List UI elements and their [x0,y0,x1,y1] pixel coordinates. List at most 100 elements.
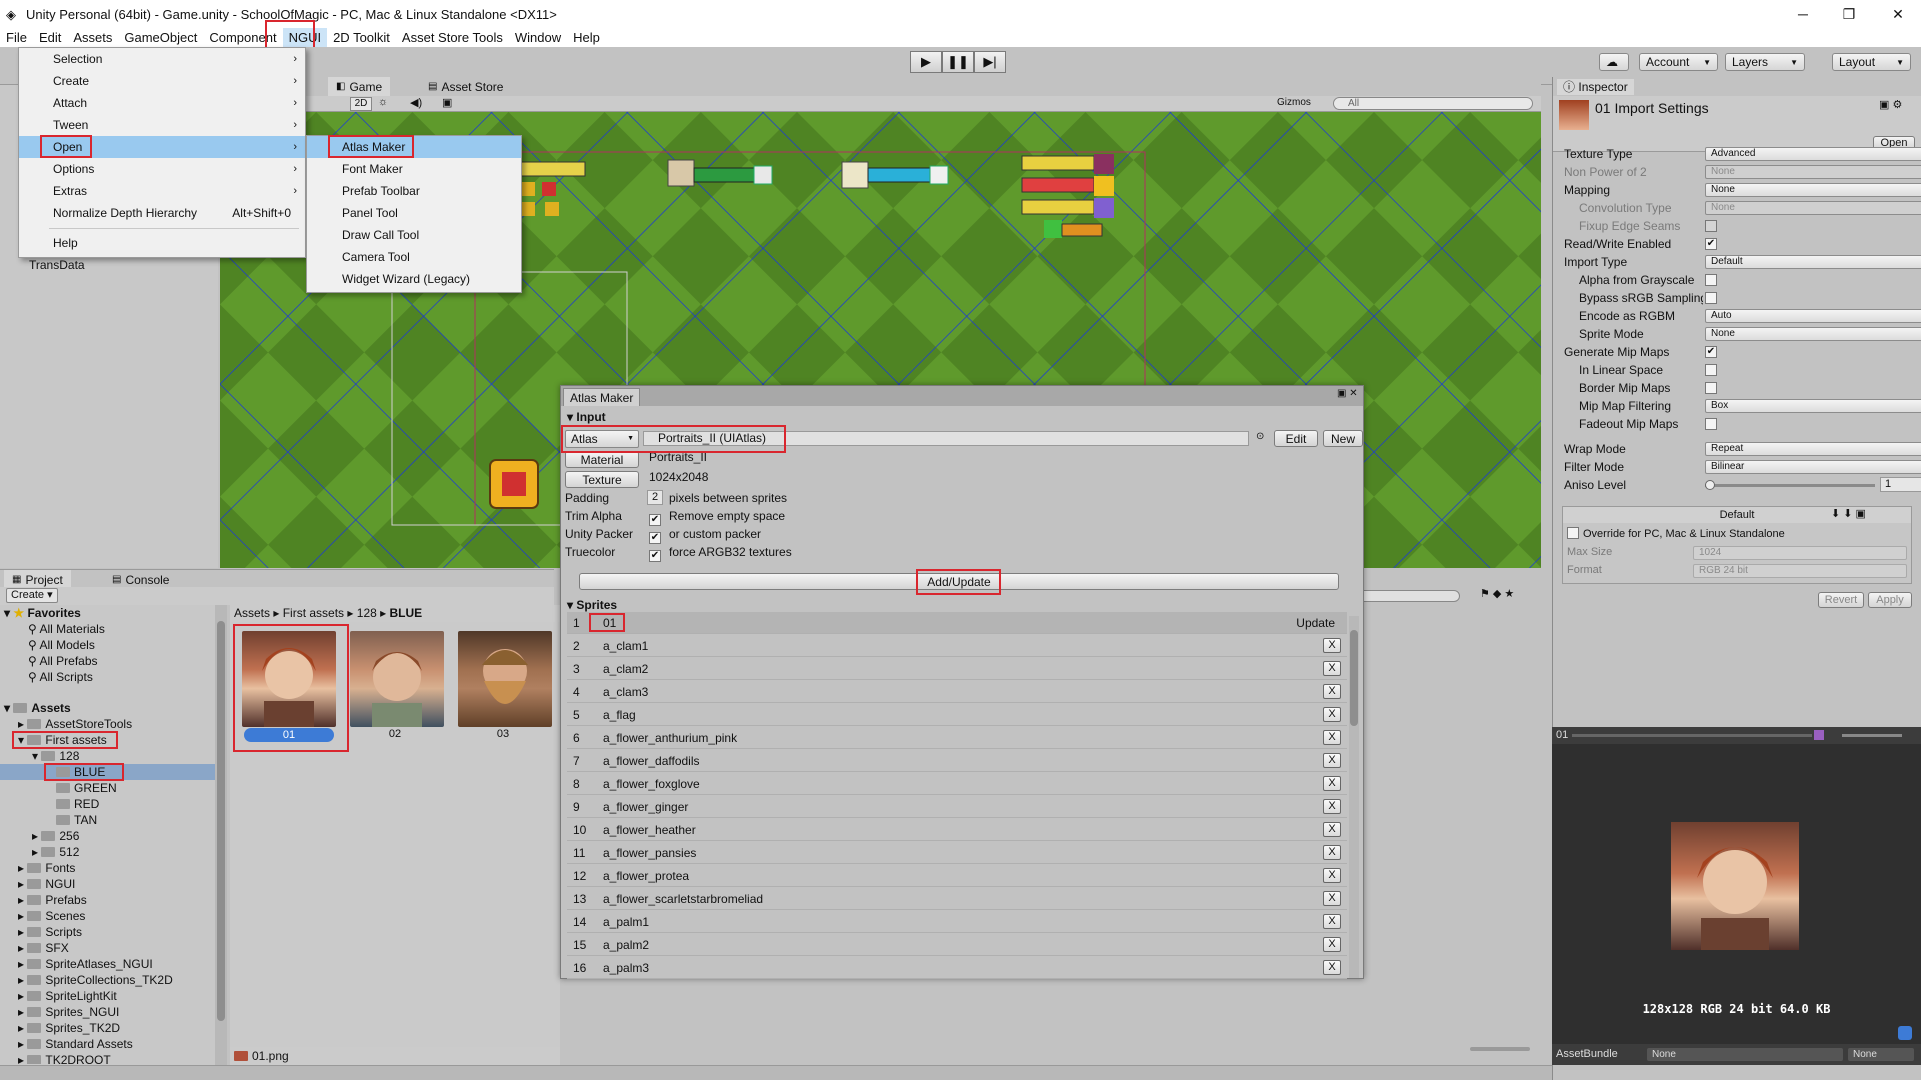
create-dropdown[interactable]: Create ▾ [6,588,58,603]
ngui-menu-item-normalize-depth[interactable]: Normalize Depth Hierarchy Alt+Shift+0 [19,202,305,224]
object-picker-icon[interactable]: ⊙ [1256,431,1264,442]
fadeout-mip-maps-checkbox[interactable] [1705,418,1717,430]
sprite-row[interactable]: 1 01 Update [567,612,1347,634]
format-dropdown[interactable]: RGB 24 bit [1693,564,1907,578]
sprite-row[interactable]: 10 a_flower_heather X [567,819,1347,841]
maximize-button[interactable]: ❐ [1826,0,1872,28]
mip-map-filtering-dropdown[interactable]: Box [1705,399,1921,413]
tab-game[interactable]: ◧ Game [328,77,391,96]
sprite-row[interactable]: 9 a_flower_ginger X [567,796,1347,818]
menu-ngui[interactable]: NGUI [282,28,328,47]
new-button[interactable]: New [1323,430,1363,447]
sprite-row[interactable]: 13 a_flower_scarletstarbromeliad X [567,888,1347,910]
asset-thumbnail[interactable] [350,631,444,727]
tree-folder[interactable]: ▸ AssetStoreTools [18,716,132,732]
menu-asset-store-tools[interactable]: Asset Store Tools [396,28,509,47]
unity-packer-option[interactable]: ✔ or custom packer [649,526,761,544]
tag-icon[interactable] [1898,1026,1912,1040]
unity-packer-checkbox[interactable]: ✔ [649,532,661,544]
gizmos-dropdown[interactable]: Gizmos [1277,97,1311,108]
tree-scrollbar[interactable] [215,605,227,1065]
encode-rgbm-dropdown[interactable]: Auto [1705,309,1921,323]
thumbnail-size-slider[interactable] [1470,1047,1530,1051]
breadcrumb-item[interactable]: 128 [357,606,377,620]
atlas-select-button[interactable]: Atlas ▼ [565,430,639,448]
assetbundle-variant-dropdown[interactable]: None [1848,1048,1914,1061]
tree-folder[interactable]: ▸ 256 [32,828,79,844]
step-button[interactable]: ▶| [974,51,1006,73]
tree-folder[interactable]: RED [56,796,99,812]
remove-sprite-button[interactable]: X [1323,891,1341,906]
tree-folder[interactable]: ▸ Prefabs [18,892,87,908]
tree-folder[interactable]: ▸ Scripts [18,924,82,940]
sprite-row[interactable]: 12 a_flower_protea X [567,865,1347,887]
close-button[interactable]: ✕ [1875,0,1921,28]
aniso-slider-thumb[interactable] [1705,480,1715,490]
submenu-item-atlas-maker[interactable]: Atlas Maker [307,136,521,158]
tree-folder[interactable]: ▸ TK2DROOT [18,1052,111,1064]
play-button[interactable]: ▶ [910,51,942,73]
assetbundle-dropdown[interactable]: None [1647,1048,1843,1061]
tree-folder[interactable]: ▾ First assets [18,732,107,748]
preview-zoom-slider[interactable] [1842,734,1902,737]
sprite-row[interactable]: 14 a_palm1 X [567,911,1347,933]
submenu-item-camera-tool[interactable]: Camera Tool [307,246,521,268]
ngui-menu-item-options[interactable]: Options › [19,158,305,180]
material-button[interactable]: Material [565,451,639,468]
sprite-row[interactable]: 3 a_clam2 X [567,658,1347,680]
non-power-of-2-dropdown[interactable]: None [1705,165,1921,179]
tree-folder[interactable]: ▸ SpriteAtlases_NGUI [18,956,153,972]
asset-name[interactable]: 03 [458,728,548,740]
asset-thumbnail[interactable] [242,631,336,727]
menu-assets[interactable]: Assets [67,28,118,47]
breadcrumb-item[interactable]: Assets [234,606,270,620]
atlas-maker-tab[interactable]: Atlas Maker [563,388,641,406]
pause-button[interactable]: ❚❚ [942,51,974,73]
menu-2d-toolkit[interactable]: 2D Toolkit [327,28,396,47]
sprites-section-header[interactable]: ▾ Sprites [567,598,617,612]
texture-button[interactable]: Texture [565,471,639,488]
tree-folder[interactable]: ▸ NGUI [18,876,75,892]
cloud-button[interactable]: ☁ [1599,53,1629,71]
submenu-item-font-maker[interactable]: Font Maker [307,158,521,180]
truecolor-checkbox[interactable]: ✔ [649,550,661,562]
bypass-srgb-checkbox[interactable] [1705,292,1717,304]
account-dropdown[interactable]: Account ▼ [1639,53,1718,71]
breadcrumb-item[interactable]: First assets [283,606,344,620]
remove-sprite-button[interactable]: X [1323,661,1341,676]
padding-input[interactable]: 2 [647,490,663,505]
audio-icon[interactable]: ◀) [410,96,422,109]
tree-folder[interactable]: ▸ Fonts [18,860,75,876]
sprite-row[interactable]: 15 a_palm2 X [567,934,1347,956]
ngui-menu-item-attach[interactable]: Attach › [19,92,305,114]
menu-component[interactable]: Component [203,28,282,47]
apply-button[interactable]: Apply [1868,592,1912,608]
mapping-dropdown[interactable]: None [1705,183,1921,197]
sprite-row[interactable]: 16 a_palm3 X [567,957,1347,979]
remove-sprite-button[interactable]: X [1323,753,1341,768]
revert-button[interactable]: Revert [1818,592,1864,608]
scene-search-input[interactable]: All [1333,97,1533,110]
remove-sprite-button[interactable]: X [1323,638,1341,653]
sprite-row[interactable]: 7 a_flower_daffodils X [567,750,1347,772]
read-write-checkbox[interactable]: ✔ [1705,238,1717,250]
settings-gear-icon[interactable]: ▣ ⚙ [1879,98,1902,111]
asset-name-selected[interactable]: 01 [244,728,334,742]
remove-sprite-button[interactable]: X [1323,868,1341,883]
sprite-row[interactable]: 11 a_flower_pansies X [567,842,1347,864]
layout-dropdown[interactable]: Layout ▼ [1832,53,1911,71]
menu-edit[interactable]: Edit [33,28,67,47]
aniso-level-input[interactable]: 1 [1880,477,1921,492]
tree-folder-selected[interactable]: BLUE [0,764,215,780]
favorite-item[interactable]: ⚲ All Models [28,637,95,653]
override-option[interactable]: Override for PC, Mac & Linux Standalone [1567,527,1785,540]
sprite-list-scrollbar-thumb[interactable] [1350,630,1358,726]
remove-sprite-button[interactable]: X [1323,960,1341,975]
breadcrumb-item-current[interactable]: BLUE [390,606,423,620]
edit-button[interactable]: Edit [1274,430,1318,447]
tree-scrollbar-thumb[interactable] [217,621,225,1021]
mode-2d-button[interactable]: 2D [350,97,372,111]
in-linear-space-checkbox[interactable] [1705,364,1717,376]
generate-mip-maps-checkbox[interactable]: ✔ [1705,346,1717,358]
submenu-item-widget-wizard[interactable]: Widget Wizard (Legacy) [307,268,521,290]
